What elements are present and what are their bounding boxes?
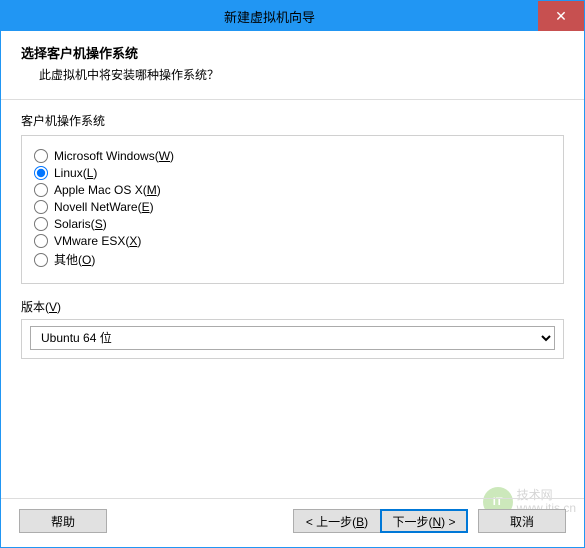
next-button[interactable]: 下一步(N) > (380, 509, 468, 533)
os-radio-input[interactable] (34, 253, 48, 267)
os-radio-input[interactable] (34, 200, 48, 214)
help-button[interactable]: 帮助 (19, 509, 107, 533)
os-radio-label[interactable]: Linux(L) (54, 166, 97, 180)
os-radio-option[interactable]: Novell NetWare(E) (34, 200, 551, 214)
titlebar: 新建虚拟机向导 ✕ (1, 1, 584, 31)
os-radio-label[interactable]: VMware ESX(X) (54, 234, 141, 248)
nav-button-group: < 上一步(B) 下一步(N) > (293, 509, 468, 533)
os-radio-option[interactable]: Apple Mac OS X(M) (34, 183, 551, 197)
os-radio-option[interactable]: Microsoft Windows(W) (34, 149, 551, 163)
content-area: 客户机操作系统 Microsoft Windows(W) Linux(L) Appl… (1, 100, 584, 359)
version-label: 版本(V) (21, 298, 564, 315)
guest-os-group-label: 客户机操作系统 (21, 112, 564, 129)
os-radio-label[interactable]: Apple Mac OS X(M) (54, 183, 161, 197)
os-radio-input[interactable] (34, 234, 48, 248)
os-radio-input[interactable] (34, 166, 48, 180)
close-icon: ✕ (555, 8, 567, 25)
os-radio-label[interactable]: 其他(O) (54, 251, 95, 268)
os-radio-input[interactable] (34, 149, 48, 163)
os-radio-option[interactable]: VMware ESX(X) (34, 234, 551, 248)
os-radio-label[interactable]: Novell NetWare(E) (54, 200, 154, 214)
version-select-container: Ubuntu 64 位 (21, 319, 564, 359)
os-radio-label[interactable]: Solaris(S) (54, 217, 107, 231)
os-radio-input[interactable] (34, 183, 48, 197)
close-button[interactable]: ✕ (538, 1, 584, 31)
os-radio-option[interactable]: Solaris(S) (34, 217, 551, 231)
back-button[interactable]: < 上一步(B) (293, 509, 381, 533)
footer: 帮助 < 上一步(B) 下一步(N) > 取消 (1, 498, 584, 547)
page-subtitle: 此虚拟机中将安装哪种操作系统？ (21, 66, 564, 83)
os-radio-input[interactable] (34, 217, 48, 231)
os-radio-label[interactable]: Microsoft Windows(W) (54, 149, 174, 163)
os-radio-option[interactable]: 其他(O) (34, 251, 551, 268)
version-select[interactable]: Ubuntu 64 位 (30, 326, 555, 350)
wizard-header: 选择客户机操作系统 此虚拟机中将安装哪种操作系统？ (1, 31, 584, 100)
page-title: 选择客户机操作系统 (21, 43, 564, 62)
os-radio-option[interactable]: Linux(L) (34, 166, 551, 180)
cancel-button[interactable]: 取消 (478, 509, 566, 533)
window-title: 新建虚拟机向导 (1, 7, 538, 26)
guest-os-radio-group: Microsoft Windows(W) Linux(L) Apple Mac OS… (21, 135, 564, 284)
